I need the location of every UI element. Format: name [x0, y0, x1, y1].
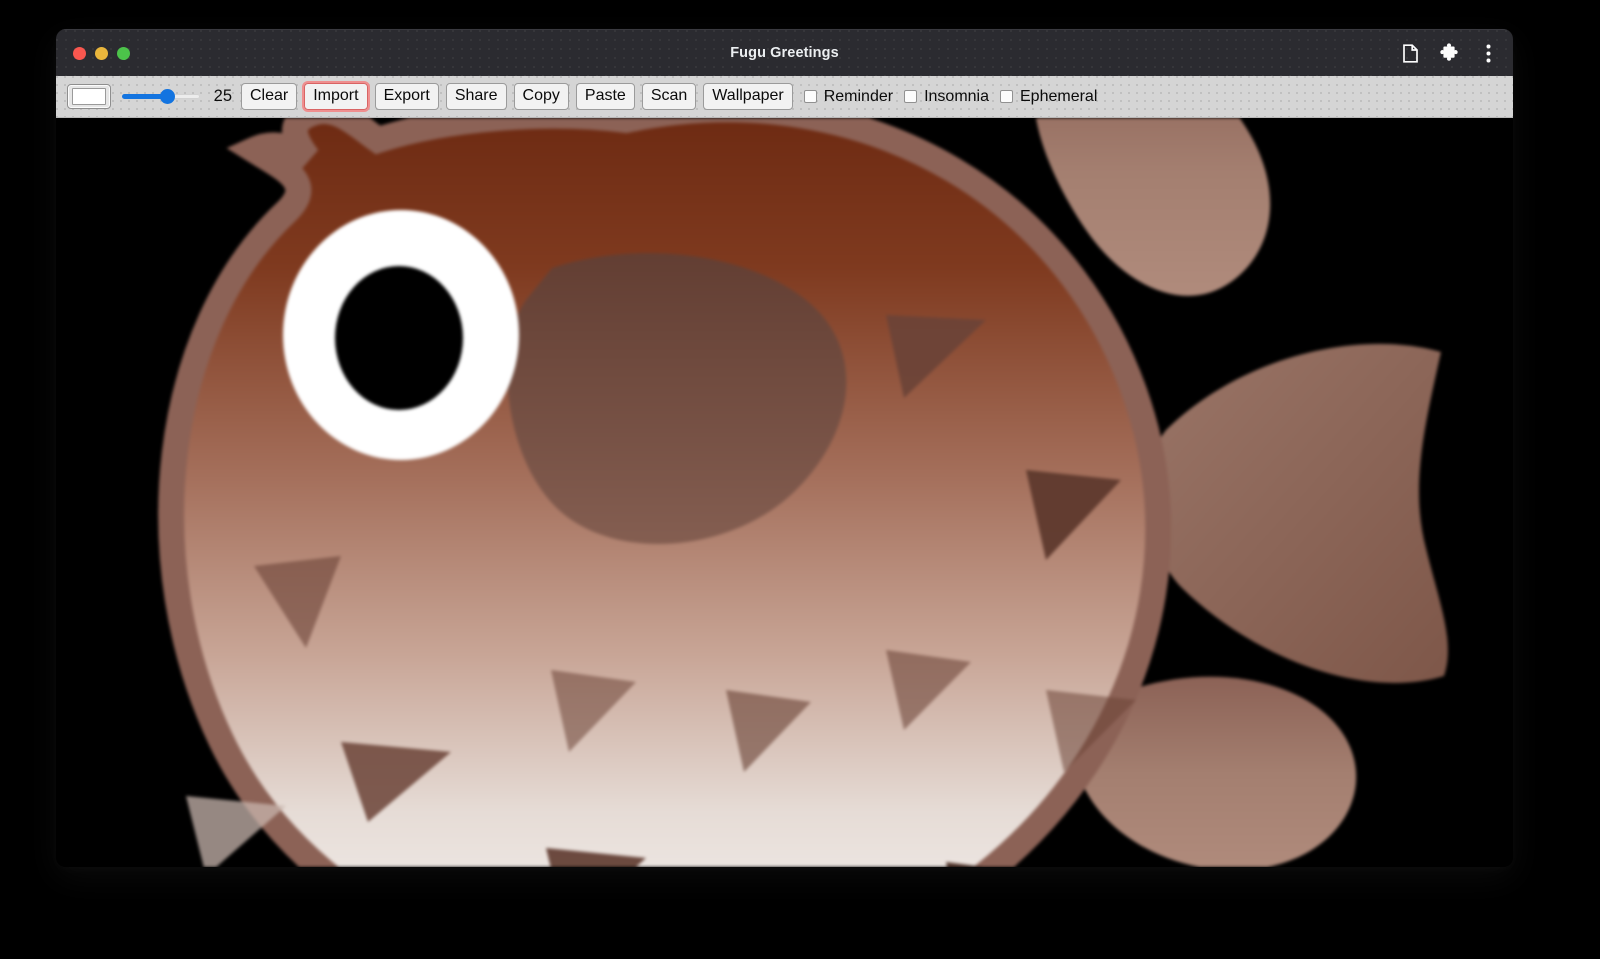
slider-track-fill — [122, 94, 165, 99]
insomnia-checkbox-box[interactable] — [904, 90, 917, 103]
export-button[interactable]: Export — [375, 83, 439, 110]
titlebar-actions — [1399, 30, 1499, 76]
drawing-canvas[interactable] — [56, 118, 1513, 867]
line-width-slider[interactable] — [122, 87, 200, 107]
copy-button[interactable]: Copy — [514, 83, 569, 110]
window-title: Fugu Greetings — [56, 45, 1513, 61]
page-document-icon[interactable] — [1399, 42, 1421, 64]
share-button[interactable]: Share — [446, 83, 507, 110]
slider-value-label: 25 — [210, 87, 232, 106]
ephemeral-checkbox-label: Ephemeral — [1020, 88, 1097, 106]
more-vertical-menu-icon[interactable] — [1477, 42, 1499, 64]
scan-button[interactable]: Scan — [642, 83, 696, 110]
eye — [283, 210, 519, 460]
app-window: Fugu Greetings — [56, 29, 1513, 867]
paste-button[interactable]: Paste — [576, 83, 635, 110]
ephemeral-checkbox-box[interactable] — [1000, 90, 1013, 103]
window-titlebar: Fugu Greetings — [56, 29, 1513, 76]
clear-button[interactable]: Clear — [241, 83, 297, 110]
reminder-checkbox-box[interactable] — [804, 90, 817, 103]
import-button[interactable]: Import — [304, 83, 367, 110]
screen-root: Fugu Greetings — [0, 0, 1600, 959]
maximize-window-button[interactable] — [117, 47, 130, 60]
insomnia-checkbox-label: Insomnia — [924, 88, 989, 106]
close-window-button[interactable] — [73, 47, 86, 60]
puzzle-extension-icon[interactable] — [1438, 42, 1460, 64]
insomnia-checkbox[interactable] — [904, 90, 921, 103]
slider-thumb[interactable] — [160, 89, 175, 104]
color-picker[interactable] — [67, 84, 111, 109]
color-picker-swatch — [72, 88, 106, 105]
app-toolbar: 25 Clear Import Export Share Copy Paste … — [56, 76, 1513, 118]
reminder-checkbox[interactable] — [804, 90, 821, 103]
wallpaper-button[interactable]: Wallpaper — [703, 83, 792, 110]
traffic-light-group — [73, 47, 130, 60]
blowfish-svg — [56, 118, 1513, 867]
minimize-window-button[interactable] — [95, 47, 108, 60]
reminder-checkbox-label: Reminder — [824, 88, 893, 106]
ephemeral-checkbox[interactable] — [1000, 90, 1017, 103]
blowfish-artwork — [56, 118, 1513, 867]
